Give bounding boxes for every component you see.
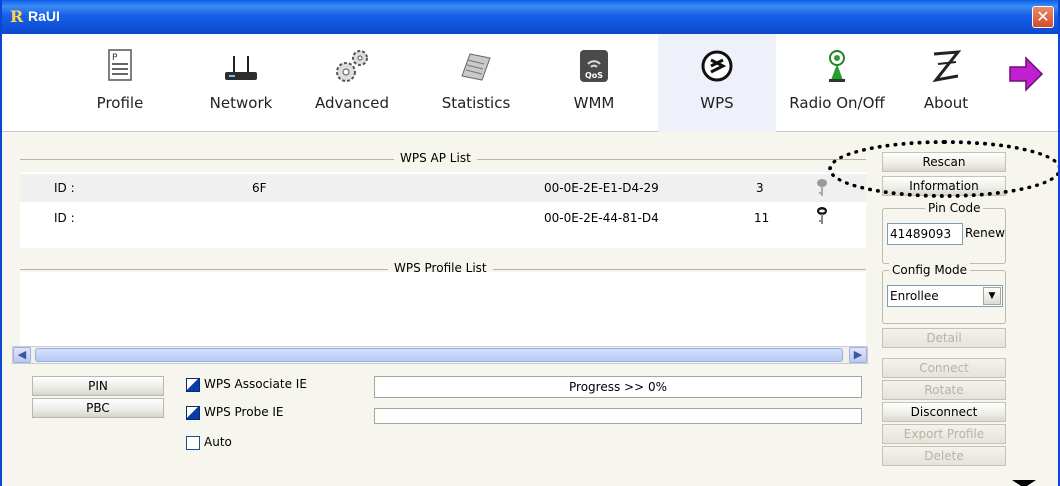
toolbar-label-statistics: Statistics: [441, 94, 511, 112]
connect-button[interactable]: Connect: [882, 358, 1006, 378]
svg-text:P: P: [112, 53, 118, 63]
key-icon: [817, 179, 827, 196]
ap-channel: 3: [756, 181, 764, 195]
ap-list-title: WPS AP List: [394, 151, 477, 165]
toolbar-label-network: Network: [209, 94, 273, 112]
wps-profile-list[interactable]: [20, 272, 866, 346]
config-mode-value: Enrollee: [890, 289, 939, 303]
auto-label: Auto: [204, 435, 232, 449]
scroll-right-icon[interactable]: ▶: [849, 347, 867, 363]
horizontal-scrollbar[interactable]: ◀ ▶: [12, 346, 868, 364]
config-mode-group: Config Mode Enrollee ▼: [882, 263, 1006, 324]
wps-associate-ie-label: WPS Associate IE: [204, 377, 307, 391]
close-button[interactable]: ✕: [1032, 6, 1054, 28]
advanced-icon: [336, 50, 368, 82]
about-icon: [932, 50, 962, 83]
toolbar-label-profile: Profile: [96, 94, 144, 112]
ap-mac: 00-0E-2E-44-81-D4: [544, 211, 659, 225]
wmm-icon: QoS: [580, 50, 608, 82]
highlight-annotation: [828, 140, 1058, 198]
network-icon: [225, 56, 257, 80]
toolbar-item-about[interactable]: About: [902, 34, 990, 132]
pin-button[interactable]: PIN: [32, 376, 164, 396]
toolbar-label-radio: Radio On/Off: [789, 94, 885, 112]
pin-code-title: Pin Code: [925, 201, 984, 215]
key-icon: [817, 207, 827, 224]
config-mode-select[interactable]: Enrollee ▼: [887, 285, 1003, 307]
toolbar-item-advanced[interactable]: Advanced: [302, 34, 402, 132]
toolbar-item-network[interactable]: Network: [186, 34, 296, 132]
title-bar[interactable]: R RaUI ✕: [2, 0, 1058, 34]
corner-marker: [1012, 480, 1036, 486]
toolbar-label-about: About: [923, 94, 969, 112]
delete-button[interactable]: Delete: [882, 446, 1006, 466]
renew-button[interactable]: Renew: [965, 223, 1005, 245]
export-profile-button[interactable]: Export Profile: [882, 424, 1006, 444]
toolbar-item-profile[interactable]: P Profile: [66, 34, 174, 132]
pin-code-field[interactable]: 41489093: [887, 223, 963, 245]
window-title: RaUI: [28, 8, 60, 24]
toolbar-item-wmm[interactable]: QoS WMM: [546, 34, 642, 132]
wps-associate-ie-checkbox[interactable]: [186, 378, 200, 392]
profile-icon: P: [108, 49, 132, 81]
toolbar-label-advanced: Advanced: [314, 94, 390, 112]
pin-code-group: Pin Code 41489093 Renew: [882, 201, 1006, 264]
toolbar: P Profile Network Advanced Statistics Qo…: [2, 34, 1058, 132]
chevron-down-icon[interactable]: ▼: [983, 287, 1001, 305]
rotate-button[interactable]: Rotate: [882, 380, 1006, 400]
progress-bar: [374, 408, 862, 424]
toolbar-item-statistics[interactable]: Statistics: [420, 34, 532, 132]
ap-channel: 11: [754, 211, 770, 225]
ap-id-label: ID :: [54, 181, 75, 195]
ap-mac: 00-0E-2E-E1-D4-29: [544, 181, 659, 195]
raui-window: R RaUI ✕ P Profile Network Advanced Stat…: [0, 0, 1060, 486]
toolbar-item-radio[interactable]: Radio On/Off: [778, 34, 896, 132]
toolbar-label-wps: WPS: [700, 94, 734, 112]
scroll-thumb[interactable]: [35, 348, 843, 362]
wps-ap-list[interactable]: ID : 6F 00-0E-2E-E1-D4-29 3 ID : 00-0E-2…: [20, 172, 866, 248]
app-logo-icon: R: [10, 7, 24, 26]
ap-id-label: ID :: [54, 211, 75, 225]
pbc-button[interactable]: PBC: [32, 398, 164, 418]
toolbar-label-wmm: WMM: [573, 94, 615, 112]
progress-text-box: Progress >> 0%: [374, 376, 862, 398]
wps-probe-ie-checkbox[interactable]: [186, 406, 200, 420]
ap-name: 6F: [252, 181, 267, 195]
arrow-right-icon[interactable]: [1006, 54, 1046, 94]
disconnect-button[interactable]: Disconnect: [882, 402, 1006, 422]
svg-text:QoS: QoS: [585, 71, 603, 80]
config-mode-title: Config Mode: [889, 263, 971, 277]
scroll-left-icon[interactable]: ◀: [13, 347, 31, 363]
auto-checkbox[interactable]: [186, 436, 200, 450]
main-panel: WPS AP List ID : 6F 00-0E-2E-E1-D4-29 3 …: [2, 132, 878, 486]
wps-probe-ie-label: WPS Probe IE: [204, 405, 284, 419]
toolbar-item-wps[interactable]: WPS: [658, 34, 776, 132]
detail-button[interactable]: Detail: [882, 328, 1006, 348]
radio-icon: [829, 50, 845, 82]
wps-icon: [701, 50, 733, 82]
statistics-icon: [461, 53, 491, 81]
table-row[interactable]: ID : 6F 00-0E-2E-E1-D4-29 3: [20, 174, 866, 202]
table-row[interactable]: ID : 00-0E-2E-44-81-D4 11: [20, 204, 866, 232]
